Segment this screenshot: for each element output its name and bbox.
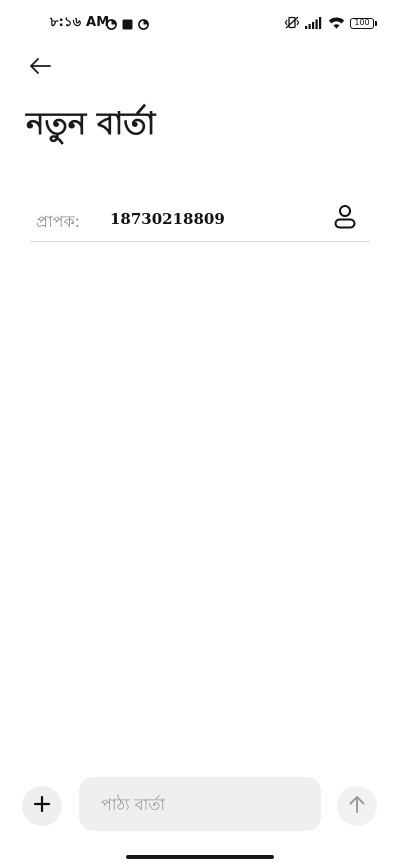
status-icons-right: 100 <box>284 14 377 33</box>
message-composer <box>0 776 400 836</box>
battery-icon: 100 <box>350 18 377 29</box>
status-bar: ৮:১৬ AM 100 <box>0 0 400 44</box>
home-indicator[interactable] <box>126 855 274 859</box>
new-message-screen: ৮:১৬ AM 100 নতুন বার্তা প্রাপক: 18730218… <box>0 0 400 866</box>
status-time: ৮:১৬ AM <box>50 15 110 30</box>
square-notification-icon <box>122 15 133 34</box>
data-saver-icon <box>106 15 117 34</box>
arrow-up-icon <box>348 794 366 818</box>
add-attachment-button[interactable] <box>22 786 62 826</box>
arrow-left-icon <box>28 57 52 79</box>
wifi-icon <box>328 14 345 33</box>
message-input[interactable] <box>79 777 321 831</box>
person-icon <box>333 204 357 234</box>
signal-icon <box>305 14 323 33</box>
vibrate-icon <box>284 14 300 33</box>
recipient-number[interactable]: 18730218809 <box>110 210 225 228</box>
contact-picker-button[interactable] <box>332 204 358 234</box>
recipient-label: প্রাপক: <box>36 212 81 231</box>
data-saver-icon <box>138 15 149 34</box>
recipient-field[interactable]: প্রাপক: 18730218809 <box>30 196 370 242</box>
status-icons-left <box>106 15 149 34</box>
page-title: নতুন বার্তা <box>26 106 156 142</box>
send-button[interactable] <box>337 786 377 826</box>
plus-icon <box>33 795 51 817</box>
message-input-container <box>79 777 321 831</box>
back-button[interactable] <box>22 50 58 86</box>
